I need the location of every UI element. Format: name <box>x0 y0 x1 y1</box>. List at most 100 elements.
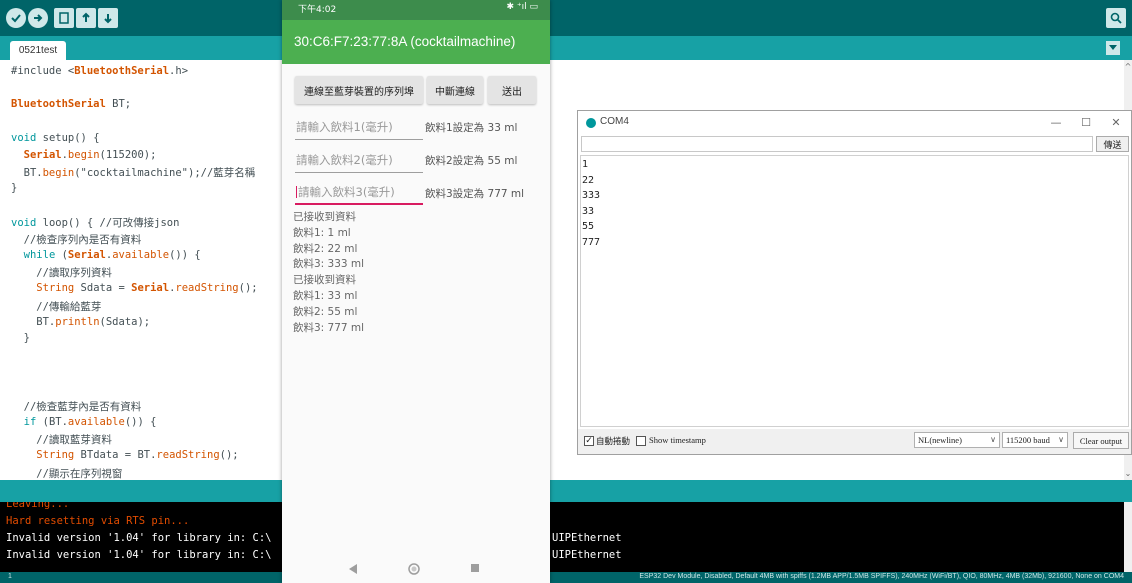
drink2-placeholder: 請輸入飲料2(毫升) <box>296 153 393 167</box>
editor-console-divider[interactable] <box>0 480 1132 502</box>
code-line: //讀取藍芽資料 <box>11 432 112 448</box>
code-token: readString <box>156 449 220 462</box>
serial-footer: ✓ 自動捲動 Show timestamp NL(newline) ∨ 1152… <box>578 429 1131 454</box>
serial-output-line: 333 <box>582 190 601 201</box>
close-icon[interactable]: ✕ <box>1102 115 1130 131</box>
baud-select[interactable]: 115200 baud ∨ <box>1002 432 1068 448</box>
code-token: } <box>11 332 30 345</box>
log-line: 飲料1: 1 ml <box>293 226 351 239</box>
open-sketch-button[interactable] <box>76 8 96 28</box>
arrow-right-icon <box>34 14 43 22</box>
code-token: BTdata = BT. <box>74 449 157 462</box>
line-number: 1 <box>8 573 12 580</box>
code-line: //檢查藍芽內是否有資料 <box>11 399 142 415</box>
upload-button[interactable] <box>28 8 48 28</box>
code-token: //檢查序列內是否有資料 <box>11 234 142 246</box>
ide-tabbar: 0521test <box>0 36 1132 60</box>
code-line: while (Serial.available()) { <box>11 249 201 265</box>
save-sketch-button[interactable] <box>98 8 118 28</box>
code-token: } <box>11 181 18 194</box>
build-console: Leaving... Hard resetting via RTS pin... I… <box>0 502 1124 572</box>
minimize-icon[interactable]: — <box>1042 115 1070 131</box>
serial-output-line: 777 <box>582 236 601 248</box>
code-token: .h> <box>169 65 189 77</box>
code-token: while <box>23 248 56 261</box>
home-icon[interactable] <box>408 563 420 575</box>
autoscroll-checkbox[interactable]: ✓ <box>584 436 594 446</box>
drink3-input[interactable]: 請輸入飲料3(毫升) <box>295 177 423 205</box>
serial-output: 1 22 333 33 55 777 <box>580 155 1129 427</box>
new-sketch-button[interactable] <box>54 8 74 28</box>
back-icon[interactable] <box>348 563 358 575</box>
arrow-up-icon <box>82 12 90 22</box>
drink2-setting: 飲料2設定為 55 ml <box>425 155 518 167</box>
triangle-down-icon <box>1109 45 1117 50</box>
code-line: BluetoothSerial BT; <box>11 98 131 114</box>
log-line: 已接收到資料 <box>293 274 356 287</box>
clear-output-button[interactable]: Clear output <box>1073 432 1129 449</box>
code-token: (); <box>219 449 239 462</box>
code-token: Sdata = <box>74 282 132 295</box>
serial-output-line: 22 <box>582 174 595 186</box>
code-line: //顯示在序列視窗 <box>11 466 122 480</box>
send-button[interactable]: 傳送 <box>1096 136 1129 152</box>
serial-send-input[interactable] <box>581 136 1093 152</box>
code-token: BluetoothSerial <box>74 65 170 77</box>
scroll-down-icon[interactable]: ⌄ <box>1124 469 1132 478</box>
code-token: (Sdata); <box>99 315 151 328</box>
line-ending-value: NL(newline) <box>918 435 962 445</box>
code-token: Serial <box>67 248 106 261</box>
code-line: String BTdata = BT.readString(); <box>11 449 239 465</box>
drink2-input[interactable]: 請輸入飲料2(毫升) <box>295 145 423 173</box>
code-token: BT; <box>105 98 132 111</box>
disconnect-button[interactable]: 中斷連線 <box>427 76 483 104</box>
code-line: } <box>11 182 17 198</box>
code-line: BT.begin("cocktailmachine");//藍芽名稱 <box>11 165 256 181</box>
serial-monitor-button[interactable] <box>1106 8 1126 28</box>
code-line: Serial.begin(115200); <box>11 149 157 165</box>
new-file-icon <box>59 12 69 24</box>
drink1-input[interactable]: 請輸入飲料1(毫升) <box>295 112 423 140</box>
tab-menu-button[interactable] <box>1106 41 1120 55</box>
code-token: setup() { <box>36 131 100 144</box>
connect-bluetooth-button[interactable]: 連線至藍芽裝置的序列埠 <box>295 76 423 104</box>
window-titlebar[interactable]: COM4 — ☐ ✕ <box>578 111 1131 135</box>
android-nav-bar <box>282 555 550 583</box>
android-phone-screen: 下午4:02 ✱ ⁺ıl ▭ 30:C6:F7:23:77:8A (cockta… <box>282 0 550 583</box>
console-line: Invalid version '1.04' for library in: C… <box>6 549 272 561</box>
code-token: ( <box>55 248 68 261</box>
line-ending-select[interactable]: NL(newline) ∨ <box>914 432 1000 448</box>
verify-button[interactable] <box>6 8 26 28</box>
console-scrollbar[interactable] <box>1124 502 1132 572</box>
code-token: loop() { //可改傳接json <box>36 217 180 230</box>
drink1-placeholder: 請輸入飲料1(毫升) <box>296 120 393 134</box>
sketch-tab[interactable]: 0521test <box>10 41 66 60</box>
code-token: //讀取藍芽資料 <box>11 434 112 447</box>
code-token: ("cocktailmachine");//藍芽名稱 <box>74 167 256 180</box>
code-line: BT.println(Sdata); <box>11 316 150 332</box>
recents-icon[interactable] <box>470 563 480 573</box>
console-line: Hard resetting via RTS pin... <box>6 515 190 527</box>
send-button[interactable]: 送出 <box>488 76 536 104</box>
log-line: 飲料1: 33 ml <box>293 290 358 302</box>
code-token: BT. <box>11 167 43 180</box>
code-token: #include < <box>11 65 75 77</box>
scroll-up-icon[interactable]: ^ <box>1124 62 1132 71</box>
timestamp-checkbox[interactable] <box>636 436 646 446</box>
device-title: 30:C6:F7:23:77:8A (cocktailmachine) <box>294 34 516 49</box>
code-token: String <box>36 449 75 462</box>
maximize-icon[interactable]: ☐ <box>1072 115 1100 131</box>
code-token: readString <box>175 282 239 295</box>
autoscroll-label: 自動捲動 <box>596 436 631 446</box>
log-line: 飲料2: 55 ml <box>293 305 358 318</box>
window-title: COM4 <box>600 116 629 127</box>
code-token: BluetoothSerial <box>11 98 106 111</box>
code-line: void loop() { //可改傳接json <box>11 215 179 231</box>
serial-output-line: 55 <box>582 221 595 232</box>
status-time: 下午4:02 <box>298 5 337 15</box>
log-line: 飲料3: 333 ml <box>293 258 365 271</box>
